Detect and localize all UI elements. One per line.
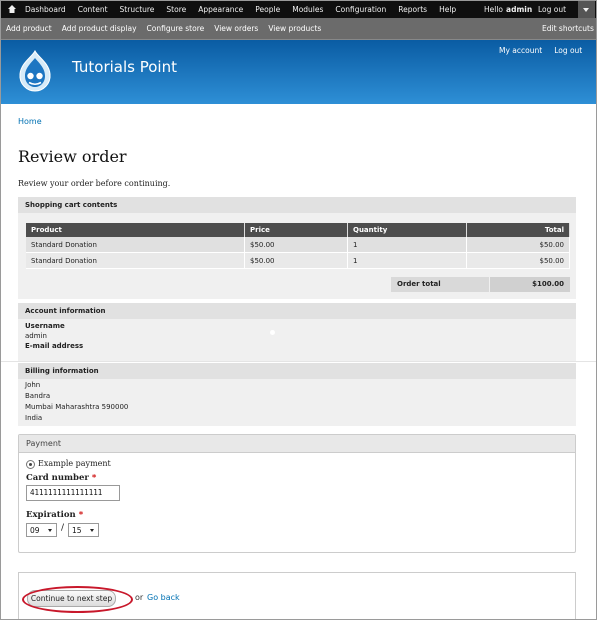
admin-menu: Dashboard Content Structure Store Appear… bbox=[25, 1, 468, 18]
expiration-separator: / bbox=[61, 523, 65, 533]
highlight-ring bbox=[22, 586, 133, 613]
drupal-logo-icon[interactable] bbox=[15, 49, 55, 93]
home-icon[interactable] bbox=[7, 4, 17, 14]
card-number-input[interactable]: 4111111111111111 bbox=[26, 485, 120, 501]
cell-total: $50.00 bbox=[466, 237, 570, 253]
site-header: Tutorials Point My account Log out bbox=[1, 40, 596, 104]
shortcuts-toggle[interactable] bbox=[578, 1, 595, 18]
billing-address: John Bandra Mumbai Maharashtra 590000 In… bbox=[25, 380, 128, 424]
billing-line: Mumbai Maharashtra 590000 bbox=[25, 403, 129, 411]
shortcut-view-products[interactable]: View products bbox=[268, 24, 321, 33]
order-total-label: Order total bbox=[391, 277, 489, 292]
card-number-label: Card number * bbox=[26, 473, 97, 483]
browser-page: Dashboard Content Structure Store Appear… bbox=[0, 0, 597, 620]
email-label: E-mail address bbox=[25, 342, 84, 350]
hello-label: Hello bbox=[484, 5, 504, 14]
go-back-link[interactable]: Go back bbox=[147, 593, 180, 602]
billing-line: John bbox=[25, 381, 41, 389]
menu-item-modules[interactable]: Modules bbox=[292, 5, 323, 14]
menu-item-people[interactable]: People bbox=[255, 5, 280, 14]
billing-line: India bbox=[25, 414, 43, 422]
cell-quantity: 1 bbox=[347, 237, 467, 253]
col-total: Total bbox=[466, 223, 570, 237]
payment-method-label[interactable]: Example payment bbox=[38, 459, 111, 468]
account-pane: Account information bbox=[18, 303, 576, 361]
cell-price: $50.00 bbox=[244, 252, 348, 269]
page-title: Review order bbox=[18, 147, 127, 166]
shortcuts-bar: Add product Add product display Configur… bbox=[1, 18, 596, 40]
chevron-down-icon bbox=[90, 529, 94, 532]
admin-toolbar: Dashboard Content Structure Store Appear… bbox=[1, 1, 596, 18]
menu-item-configuration[interactable]: Configuration bbox=[335, 5, 386, 14]
order-total: Order total $100.00 bbox=[391, 277, 570, 292]
payment-legend: Payment bbox=[19, 435, 575, 453]
menu-item-content[interactable]: Content bbox=[78, 5, 108, 14]
shortcut-list: Add product Add product display Configur… bbox=[6, 18, 331, 39]
expiration-month-select[interactable]: 09 bbox=[26, 523, 57, 537]
chevron-down-icon bbox=[48, 529, 52, 532]
cell-price: $50.00 bbox=[244, 237, 348, 253]
billing-line: Bandra bbox=[25, 392, 51, 400]
menu-item-store[interactable]: Store bbox=[166, 5, 186, 14]
cart-pane-title: Shopping cart contents bbox=[25, 201, 118, 209]
col-quantity: Quantity bbox=[347, 223, 467, 237]
username-label: Username bbox=[25, 322, 65, 330]
expiration-label: Expiration * bbox=[26, 510, 84, 520]
edit-shortcuts-link[interactable]: Edit shortcuts bbox=[542, 18, 594, 39]
username-value: admin bbox=[25, 332, 47, 340]
required-marker: * bbox=[91, 473, 97, 483]
table-row: Standard Donation $50.00 1 $50.00 bbox=[26, 252, 570, 269]
breadcrumb[interactable]: Home bbox=[18, 117, 42, 126]
cart-pane-header: Shopping cart contents bbox=[18, 197, 576, 213]
required-marker: * bbox=[78, 510, 84, 520]
payment-fieldset: Payment Example payment Card number * 41… bbox=[18, 434, 576, 553]
account-pane-header: Account information bbox=[18, 303, 576, 319]
secondary-menu: My account Log out bbox=[499, 46, 594, 55]
cell-total: $50.00 bbox=[466, 252, 570, 269]
expiration-year-select[interactable]: 15 bbox=[68, 523, 99, 537]
menu-item-appearance[interactable]: Appearance bbox=[198, 5, 243, 14]
menu-item-structure[interactable]: Structure bbox=[120, 5, 155, 14]
cart-table: Product Price Quantity Total Standard Do… bbox=[26, 223, 570, 269]
my-account-link[interactable]: My account bbox=[499, 46, 542, 55]
user-greeting: Hello admin bbox=[484, 1, 532, 18]
col-product: Product bbox=[26, 223, 245, 237]
shortcut-add-product[interactable]: Add product bbox=[6, 24, 52, 33]
menu-item-reports[interactable]: Reports bbox=[398, 5, 427, 14]
cursor-marker bbox=[270, 330, 275, 335]
user-name[interactable]: admin bbox=[506, 5, 532, 14]
menu-item-help[interactable]: Help bbox=[439, 5, 456, 14]
site-name[interactable]: Tutorials Point bbox=[72, 58, 177, 76]
chevron-down-icon bbox=[583, 8, 589, 12]
payment-method-radio[interactable] bbox=[26, 460, 35, 469]
shortcut-configure-store[interactable]: Configure store bbox=[147, 24, 205, 33]
intro-text: Review your order before continuing. bbox=[18, 179, 171, 188]
billing-pane-header: Billing information bbox=[18, 363, 576, 379]
col-price: Price bbox=[244, 223, 348, 237]
shortcut-add-product-display[interactable]: Add product display bbox=[62, 24, 137, 33]
cell-product: Standard Donation bbox=[26, 237, 245, 253]
order-total-value: $100.00 bbox=[490, 277, 570, 292]
divider bbox=[1, 361, 596, 362]
account-pane-title: Account information bbox=[25, 307, 106, 315]
menu-item-dashboard[interactable]: Dashboard bbox=[25, 5, 66, 14]
shortcut-view-orders[interactable]: View orders bbox=[214, 24, 258, 33]
toolbar-logout-link[interactable]: Log out bbox=[538, 1, 566, 18]
header-logout-link[interactable]: Log out bbox=[554, 46, 582, 55]
billing-pane-title: Billing information bbox=[25, 367, 99, 375]
cell-product: Standard Donation bbox=[26, 252, 245, 269]
checkout-actions: Continue to next step or Go back bbox=[18, 572, 576, 619]
or-text: or bbox=[135, 593, 144, 602]
cell-quantity: 1 bbox=[347, 252, 467, 269]
cart-header-row: Product Price Quantity Total bbox=[26, 223, 570, 237]
table-row: Standard Donation $50.00 1 $50.00 bbox=[26, 237, 570, 253]
